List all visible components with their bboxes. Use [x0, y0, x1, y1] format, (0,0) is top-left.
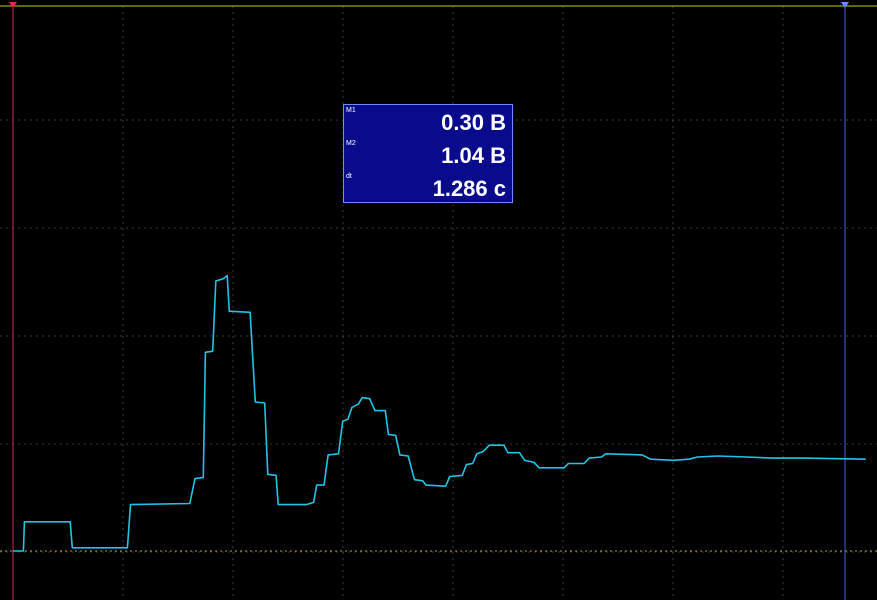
readout-tag-dt: dt [346, 173, 352, 180]
measurement-readout-panel[interactable]: M1 0.30 В M2 1.04 В dt 1.286 с [343, 104, 513, 203]
readout-tag-m1: M1 [346, 107, 356, 114]
readout-value-m1: 0.30 В [441, 110, 506, 135]
oscilloscope-screen [0, 0, 877, 600]
readout-row-dt: dt 1.286 с [344, 171, 512, 204]
readout-tag-m2: M2 [346, 140, 356, 147]
readout-value-m2: 1.04 В [441, 143, 506, 168]
screen-background [0, 0, 877, 600]
readout-value-dt: 1.286 с [432, 176, 506, 201]
readout-row-m2: M2 1.04 В [344, 138, 512, 171]
readout-row-m1: M1 0.30 В [344, 105, 512, 138]
